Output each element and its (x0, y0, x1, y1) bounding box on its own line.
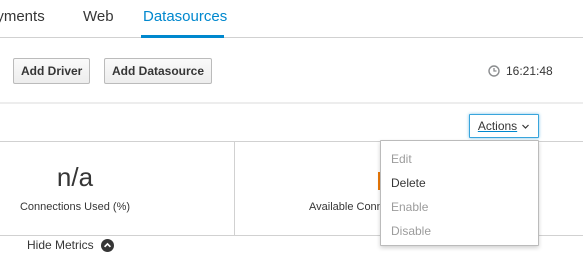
menu-item-disable[interactable]: Disable (381, 219, 538, 243)
clock: 16:21:48 (488, 64, 553, 78)
tab-datasources[interactable]: Datasources (143, 8, 227, 25)
tab-deployments[interactable]: oyments (0, 8, 45, 25)
hide-metrics-toggle[interactable]: Hide Metrics (27, 238, 114, 252)
available-connections-label: Available Connections (309, 201, 381, 213)
tab-web[interactable]: Web (83, 8, 114, 25)
actions-dropdown-menu: Edit Delete Enable Disable (380, 140, 539, 246)
chevron-up-circle-icon (100, 238, 114, 252)
clock-time: 16:21:48 (506, 64, 553, 78)
active-tab-indicator (141, 35, 224, 38)
menu-item-enable[interactable]: Enable (381, 195, 538, 219)
add-datasource-button[interactable]: Add Datasource (104, 58, 213, 84)
clock-icon (488, 65, 500, 77)
hide-metrics-label: Hide Metrics (27, 238, 94, 252)
connections-used-label: Connections Used (%) (19, 201, 131, 213)
tab-bar: oyments Web Datasources (0, 0, 583, 38)
connections-used-value: n/a (56, 162, 94, 192)
add-driver-button[interactable]: Add Driver (13, 58, 91, 84)
actions-label: Actions (477, 119, 518, 133)
chevron-down-icon (522, 124, 530, 129)
actions-button[interactable]: Actions (469, 114, 539, 138)
menu-item-edit[interactable]: Edit (381, 147, 538, 171)
metrics-divider (234, 141, 235, 235)
menu-item-delete[interactable]: Delete (381, 171, 538, 195)
